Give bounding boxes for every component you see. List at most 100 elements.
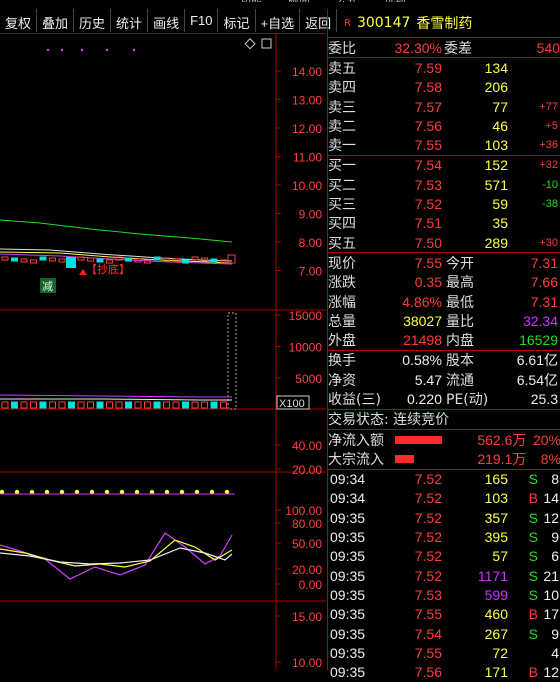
stat-value: 32.34	[522, 312, 558, 329]
volume-bar	[125, 401, 132, 409]
ind3-tick-label: 10.00	[292, 656, 322, 670]
tick-time: 09:35	[330, 586, 366, 603]
toolbar-button-7[interactable]: +自选	[256, 9, 301, 32]
menu-item[interactable]: 版面	[288, 0, 310, 2]
ind1-tick-label: 40.00	[292, 439, 322, 453]
tick-price: 7.52	[414, 548, 442, 565]
tick-volume: 57	[492, 548, 508, 565]
level-change: +36	[539, 139, 558, 152]
toolbar-button-0[interactable]: 复权	[0, 9, 38, 32]
level-volume: 59	[492, 196, 508, 213]
ask-level[interactable]: 卖一 7.55 103 +36	[328, 135, 560, 154]
stat-label: 现价	[328, 255, 356, 272]
stat-value: 0.220	[406, 390, 442, 407]
menu-item[interactable]: 公式	[336, 0, 358, 2]
candle	[125, 257, 132, 262]
volume-bar	[30, 401, 37, 409]
level-price: 7.59	[414, 59, 442, 76]
stat-label: 涨跌	[328, 275, 356, 292]
tick-time: 09:34	[330, 490, 366, 507]
tick-row[interactable]: 09:34 7.52 103 B 14	[328, 489, 560, 508]
tick-count: 12	[543, 509, 559, 526]
level-label: 卖五	[328, 60, 356, 77]
kline-chart-area[interactable]: 14.00 13.00 12.00 11.00 10.00 9.00 8.00 7.00 【抄底…	[0, 33, 326, 670]
marker-dot	[105, 48, 109, 52]
tick-side: S	[528, 586, 538, 603]
tick-count: 17	[543, 606, 559, 623]
tick-row[interactable]: 09:35 7.52 57 S 6	[328, 547, 560, 566]
ask-level[interactable]: 卖四 7.58 206	[328, 78, 560, 97]
chart-toolbar: 复权 叠加 历史 统计 画线 F10 标记 +自选 返回	[0, 9, 338, 34]
level-price: 7.50	[414, 234, 442, 251]
tick-row[interactable]: 09:35 7.55 72 4	[328, 643, 560, 662]
level-volume: 134	[484, 59, 508, 76]
chart-canvas[interactable]: 14.00 13.00 12.00 11.00 10.00 9.00 8.00 7.00 【抄底…	[0, 33, 326, 670]
toolbar-button-5[interactable]: F10	[185, 9, 219, 32]
level-volume: 103	[484, 137, 508, 154]
stat-value: 5.47	[414, 371, 442, 388]
bid-level[interactable]: 买二 7.53 571 -10	[328, 175, 560, 194]
level-label: 买三	[328, 197, 356, 214]
toolbar-button-1[interactable]: 叠加	[37, 9, 75, 32]
level-price: 7.55	[414, 137, 442, 154]
level-volume: 206	[484, 79, 508, 96]
tick-row[interactable]: 09:35 7.55 460 B 17	[328, 605, 560, 624]
level-change: +32	[539, 159, 558, 172]
flow-amount: 562.6万	[477, 431, 527, 448]
stat-value: 6.54亿	[516, 371, 558, 388]
tick-side: B	[528, 664, 538, 681]
level-price: 7.53	[414, 176, 442, 193]
flow-bar	[395, 435, 442, 444]
tick-row[interactable]: 09:35 7.52 395 S 9	[328, 527, 560, 546]
tick-row[interactable]: 09:35 7.52 1171 S 21	[328, 566, 560, 585]
tick-volume: 357	[484, 509, 508, 526]
tick-row[interactable]: 09:35 7.52 357 S 12	[328, 508, 560, 527]
quote-row: 涨跌 0.35 最高 7.66	[328, 273, 560, 292]
candle	[49, 257, 56, 262]
tick-side: S	[528, 529, 538, 546]
ind2-tick-label: 20.00	[292, 563, 322, 577]
tick-row[interactable]: 09:35 7.56 171 B 12	[328, 663, 560, 682]
level-price: 7.52	[414, 196, 442, 213]
price-tick-label: 10.00	[292, 179, 322, 193]
candle	[182, 259, 189, 264]
wei-diff-label: 委差	[444, 40, 472, 57]
tick-volume: 1171	[477, 567, 508, 584]
bid-level[interactable]: 买五 7.50 289 +30	[328, 233, 560, 252]
level-label: 卖一	[328, 138, 356, 155]
tick-row[interactable]: 09:34 7.52 165 S 8	[328, 470, 560, 489]
bid-level[interactable]: 买一 7.54 152 +32	[328, 156, 560, 175]
volume-bar-highlight	[227, 312, 237, 410]
stat-label: PE(动)	[446, 392, 489, 408]
tick-row[interactable]: 09:35 7.53 599 S 10	[328, 585, 560, 604]
toolbar-button-3[interactable]: 统计	[111, 9, 149, 32]
toolbar-button-2[interactable]: 历史	[74, 9, 112, 32]
tick-price: 7.52	[414, 490, 442, 507]
volume-unit-label: X100	[279, 398, 305, 410]
menu-item[interactable]: 功能	[240, 0, 262, 2]
tick-side: S	[528, 625, 538, 642]
tick-list[interactable]: 09:34 7.52 165 S 8 09:34 7.52 103 B 14 09:35 7.52 35…	[328, 470, 560, 682]
ask-level[interactable]: 卖三 7.57 77 +77	[328, 97, 560, 116]
flow-percent: 8%	[540, 450, 560, 467]
toolbar-button-4[interactable]: 画线	[148, 9, 186, 32]
ask-book: 卖五 7.59 134 卖四 7.58 206 卖三 7.57 77 +77 卖二 7.56 46 +5 卖…	[328, 58, 560, 156]
bid-level[interactable]: 买三 7.52 59 -38	[328, 194, 560, 213]
tick-row[interactable]: 09:35 7.54 267 S 9	[328, 624, 560, 643]
tick-time: 09:35	[330, 529, 366, 546]
ask-level[interactable]: 卖二 7.56 46 +5	[328, 116, 560, 135]
stock-header: R 300147 香雪制药	[328, 9, 560, 38]
volume-bar	[96, 401, 104, 409]
tick-time: 09:35	[330, 644, 366, 661]
flow-label: 大宗流入	[328, 451, 384, 468]
toolbar-button-6[interactable]: 标记	[218, 9, 256, 32]
menu-item[interactable]: 选项	[384, 0, 406, 2]
tick-volume: 395	[484, 529, 508, 546]
tick-side: B	[528, 490, 538, 507]
tick-count: 6	[551, 548, 559, 565]
volume-ma	[0, 394, 232, 398]
volume-bar	[172, 401, 180, 409]
ask-level[interactable]: 卖五 7.59 134	[328, 58, 560, 77]
quote-row: 涨幅 4.86% 最低 7.31	[328, 292, 560, 311]
bid-level[interactable]: 买四 7.51 35	[328, 214, 560, 233]
